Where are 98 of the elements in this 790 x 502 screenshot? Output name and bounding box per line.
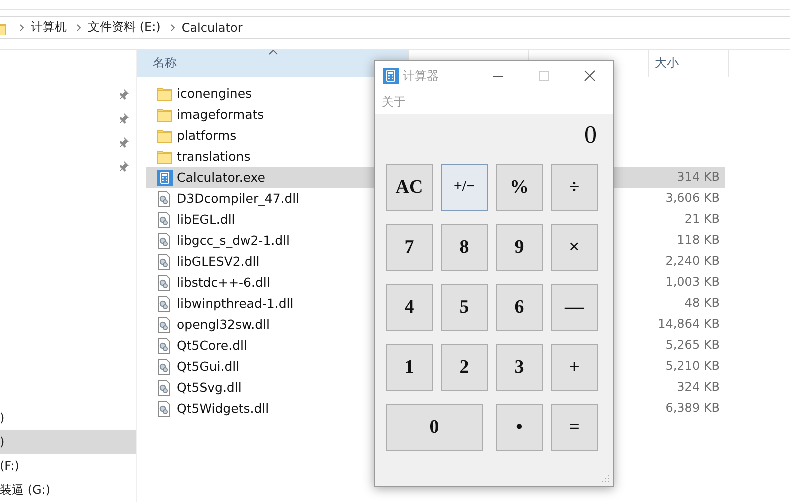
calculator-key[interactable]: 8 (441, 224, 488, 271)
pin-icon[interactable] (120, 136, 132, 149)
resize-grip-icon[interactable] (602, 475, 610, 483)
calculator-key[interactable]: × (551, 224, 598, 271)
file-size: 324 KB (676, 379, 721, 396)
file-name: iconengines (177, 86, 252, 101)
calculator-icon (157, 170, 173, 186)
file-gear-icon (157, 254, 173, 270)
file-size: 6,389 KB (664, 400, 721, 417)
file-gear-icon (157, 338, 173, 354)
file-name: imageformats (177, 107, 264, 122)
file-row[interactable]: libstdc++-6.dll (146, 272, 374, 293)
pin-icon[interactable] (120, 112, 132, 125)
calculator-key[interactable]: AC (386, 164, 433, 211)
file-name: translations (177, 149, 251, 164)
file-row[interactable]: translations (146, 146, 374, 167)
sort-caret-icon (268, 50, 278, 55)
file-gear-icon (157, 190, 173, 206)
calculator-key[interactable]: 4 (386, 284, 433, 331)
file-name: libEGL.dll (177, 212, 236, 227)
nav-item[interactable]: 装逼 (G:) (0, 478, 136, 502)
file-gear-icon (157, 358, 173, 374)
calculator-key[interactable]: = (551, 404, 598, 451)
file-row[interactable]: opengl32sw.dll (146, 314, 374, 335)
calculator-key[interactable]: ÷ (551, 164, 598, 211)
calculator-key[interactable]: 3 (496, 344, 543, 391)
file-name: Qt5Svg.dll (177, 380, 242, 395)
calculator-key[interactable]: % (496, 164, 543, 211)
breadcrumb-item[interactable]: 文件资料 (E:) (88, 19, 161, 36)
file-name: D3Dcompiler_47.dll (177, 191, 300, 206)
file-row[interactable]: iconengines (146, 83, 374, 104)
file-name: platforms (177, 128, 237, 143)
file-gear-icon (157, 380, 173, 396)
chevron-icon[interactable] (76, 24, 82, 32)
file-name: libgcc_s_dw2-1.dll (177, 233, 290, 248)
calculator-icon (383, 68, 399, 84)
pin-icon[interactable] (120, 88, 132, 101)
calculator-key[interactable]: 2 (441, 344, 488, 391)
file-row[interactable]: platforms (146, 125, 374, 146)
file-row[interactable]: Qt5Svg.dll (146, 377, 374, 398)
nav-item[interactable]: (F:) (0, 454, 136, 478)
file-gear-icon (157, 232, 173, 248)
calculator-key[interactable]: 6 (496, 284, 543, 331)
file-size: 14,864 KB (657, 316, 721, 333)
file-size: 1,003 KB (664, 274, 721, 291)
file-size: 2,240 KB (664, 253, 721, 270)
file-size: 314 KB (614, 167, 725, 188)
file-gear-icon (157, 316, 173, 332)
calculator-key[interactable]: +/− (441, 164, 488, 211)
file-row[interactable]: imageformats (146, 104, 374, 125)
calculator-key[interactable]: • (496, 404, 543, 451)
calculator-key[interactable]: 9 (496, 224, 543, 271)
file-gear-icon (157, 400, 173, 416)
chevron-icon[interactable] (170, 24, 176, 32)
calculator-key[interactable]: — (551, 284, 598, 331)
file-gear-icon (157, 212, 173, 228)
file-row[interactable]: Calculator.exe (146, 167, 374, 188)
file-name: opengl32sw.dll (177, 317, 270, 332)
file-row[interactable]: Qt5Gui.dll (146, 356, 374, 377)
file-row[interactable]: Qt5Core.dll (146, 335, 374, 356)
calculator-key[interactable]: 1 (386, 344, 433, 391)
file-row[interactable]: libgcc_s_dw2-1.dll (146, 230, 374, 251)
folder-icon (157, 86, 173, 102)
file-name: Calculator.exe (177, 170, 266, 185)
file-size: 3,606 KB (664, 190, 721, 207)
file-name: libGLESV2.dll (177, 254, 260, 269)
folder-icon (157, 128, 173, 144)
nav-item[interactable]: ) (0, 430, 136, 454)
calculator-key[interactable]: 5 (441, 284, 488, 331)
file-size: 5,265 KB (664, 337, 721, 354)
calculator-key[interactable]: 7 (386, 224, 433, 271)
file-name: Qt5Widgets.dll (177, 401, 270, 416)
folder-icon (157, 106, 173, 122)
calculator-key[interactable]: 0 (386, 404, 483, 451)
file-row[interactable]: Qt5Widgets.dll (146, 398, 374, 419)
file-name: Qt5Gui.dll (177, 359, 240, 374)
calculator-key[interactable]: + (551, 344, 598, 391)
file-gear-icon (157, 274, 173, 290)
file-row[interactable]: D3Dcompiler_47.dll (146, 188, 374, 209)
file-name: Qt5Core.dll (177, 338, 248, 353)
pin-icon[interactable] (120, 160, 132, 173)
file-gear-icon (157, 296, 173, 312)
chevron-icon[interactable] (19, 24, 25, 32)
file-row[interactable]: libGLESV2.dll (146, 251, 374, 272)
file-size: 48 KB (684, 295, 721, 312)
column-header[interactable]: 大小 (649, 50, 729, 77)
breadcrumb-item[interactable]: 计算机 (31, 19, 67, 36)
nav-item[interactable]: ) (0, 406, 136, 430)
display-value: 0 (584, 121, 597, 151)
file-size: 21 KB (684, 211, 721, 228)
file-size: 118 KB (676, 232, 721, 249)
folder-icon (157, 148, 173, 164)
file-row[interactable]: libwinpthread-1.dll (146, 293, 374, 314)
file-name: libstdc++-6.dll (177, 275, 270, 290)
file-row[interactable]: libEGL.dll (146, 209, 374, 230)
file-size: 5,210 KB (664, 358, 721, 375)
breadcrumb-item[interactable]: Calculator (182, 20, 243, 34)
file-name: libwinpthread-1.dll (177, 296, 294, 311)
